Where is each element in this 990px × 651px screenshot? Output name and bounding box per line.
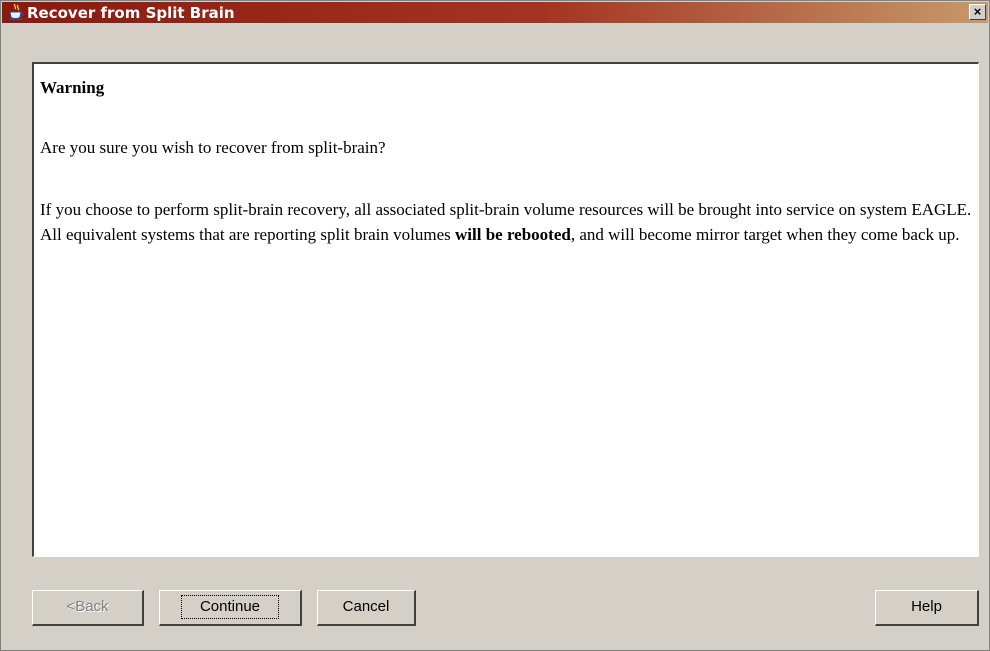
back-button[interactable]: <Back: [32, 590, 144, 626]
title-bar[interactable]: Recover from Split Brain ×: [2, 2, 988, 23]
continue-button[interactable]: Continue: [159, 590, 302, 626]
dialog-window: Recover from Split Brain × Warning Are y…: [0, 0, 990, 651]
warning-message: If you choose to perform split-brain rec…: [40, 197, 975, 247]
continue-button-label: Continue: [180, 595, 280, 619]
help-button[interactable]: Help: [875, 590, 979, 626]
warning-heading: Warning: [40, 78, 105, 97]
window-title: Recover from Split Brain: [27, 4, 235, 22]
message-bold-text: will be rebooted: [455, 225, 571, 244]
java-coffee-cup-icon: [8, 3, 24, 21]
close-button[interactable]: ×: [969, 4, 986, 20]
confirmation-question: Are you sure you wish to recover from sp…: [40, 138, 386, 157]
cancel-button[interactable]: Cancel: [317, 590, 416, 626]
message-text-part2: , and will become mirror target when the…: [570, 225, 960, 244]
message-panel: Warning Are you sure you wish to recover…: [32, 62, 979, 557]
